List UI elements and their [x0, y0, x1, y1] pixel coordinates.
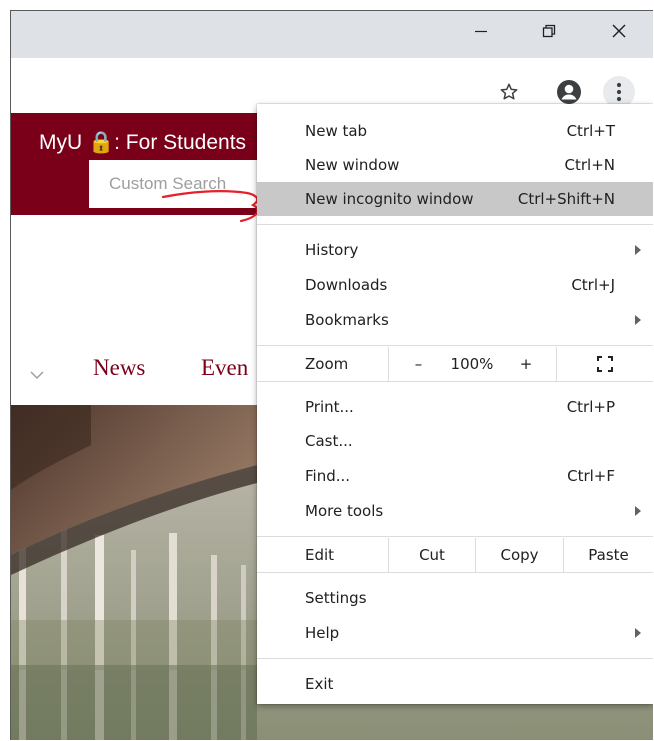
minimize-button[interactable]	[457, 11, 505, 51]
minimize-icon	[475, 30, 487, 33]
profile-icon	[557, 80, 581, 104]
menu-item-print[interactable]: Print... Ctrl+P	[257, 390, 653, 424]
menu-separator	[257, 572, 653, 573]
menu-item-history[interactable]: History	[257, 233, 653, 267]
zoom-in-button[interactable]: +	[496, 347, 556, 381]
fullscreen-icon	[597, 356, 613, 372]
menu-item-more-tools[interactable]: More tools	[257, 494, 653, 528]
menu-item-exit[interactable]: Exit	[257, 667, 653, 701]
chevron-down-icon[interactable]	[27, 365, 47, 385]
browser-window: MyU 🔒: For Students News Even	[10, 10, 653, 740]
menu-separator	[257, 658, 653, 659]
menu-separator	[257, 224, 653, 225]
menu-item-bookmarks[interactable]: Bookmarks	[257, 303, 653, 337]
zoom-out-button[interactable]: –	[388, 347, 448, 381]
title-bar	[11, 11, 653, 58]
chrome-app-menu: New tab Ctrl+T New window Ctrl+N New inc…	[257, 104, 653, 704]
annotation-arrow	[161, 190, 259, 223]
menu-separator	[257, 345, 653, 346]
submenu-arrow-icon	[635, 628, 641, 638]
submenu-arrow-icon	[635, 506, 641, 516]
site-title[interactable]: MyU 🔒: For Students	[39, 131, 246, 155]
star-icon	[500, 83, 518, 100]
menu-separator	[257, 536, 653, 537]
nav-link-events[interactable]: Even	[201, 355, 248, 381]
edit-label: Edit	[305, 546, 335, 564]
edit-row: Edit Cut Copy Paste	[257, 538, 653, 572]
menu-item-new-incognito-window[interactable]: New incognito window Ctrl+Shift+N	[257, 182, 653, 216]
close-button[interactable]	[595, 11, 643, 51]
menu-separator	[257, 381, 653, 382]
more-vert-icon	[616, 82, 622, 102]
menu-item-find[interactable]: Find... Ctrl+F	[257, 459, 653, 493]
menu-item-downloads[interactable]: Downloads Ctrl+J	[257, 268, 653, 302]
submenu-arrow-icon	[635, 315, 641, 325]
submenu-arrow-icon	[635, 245, 641, 255]
paste-button[interactable]: Paste	[563, 538, 653, 572]
zoom-label: Zoom	[305, 355, 349, 373]
restore-icon	[542, 24, 556, 38]
nav-link-news[interactable]: News	[93, 355, 145, 381]
zoom-level: 100%	[450, 355, 494, 373]
cut-button[interactable]: Cut	[388, 538, 475, 572]
menu-item-help[interactable]: Help	[257, 616, 653, 650]
menu-item-new-tab[interactable]: New tab Ctrl+T	[257, 114, 653, 148]
copy-button[interactable]: Copy	[475, 538, 563, 572]
menu-item-settings[interactable]: Settings	[257, 581, 653, 615]
fullscreen-button[interactable]	[556, 347, 653, 381]
close-icon	[612, 24, 626, 38]
restore-button[interactable]	[525, 11, 573, 51]
menu-item-new-window[interactable]: New window Ctrl+N	[257, 148, 653, 182]
menu-item-cast[interactable]: Cast...	[257, 424, 653, 458]
zoom-row: Zoom – 100% +	[257, 347, 653, 381]
